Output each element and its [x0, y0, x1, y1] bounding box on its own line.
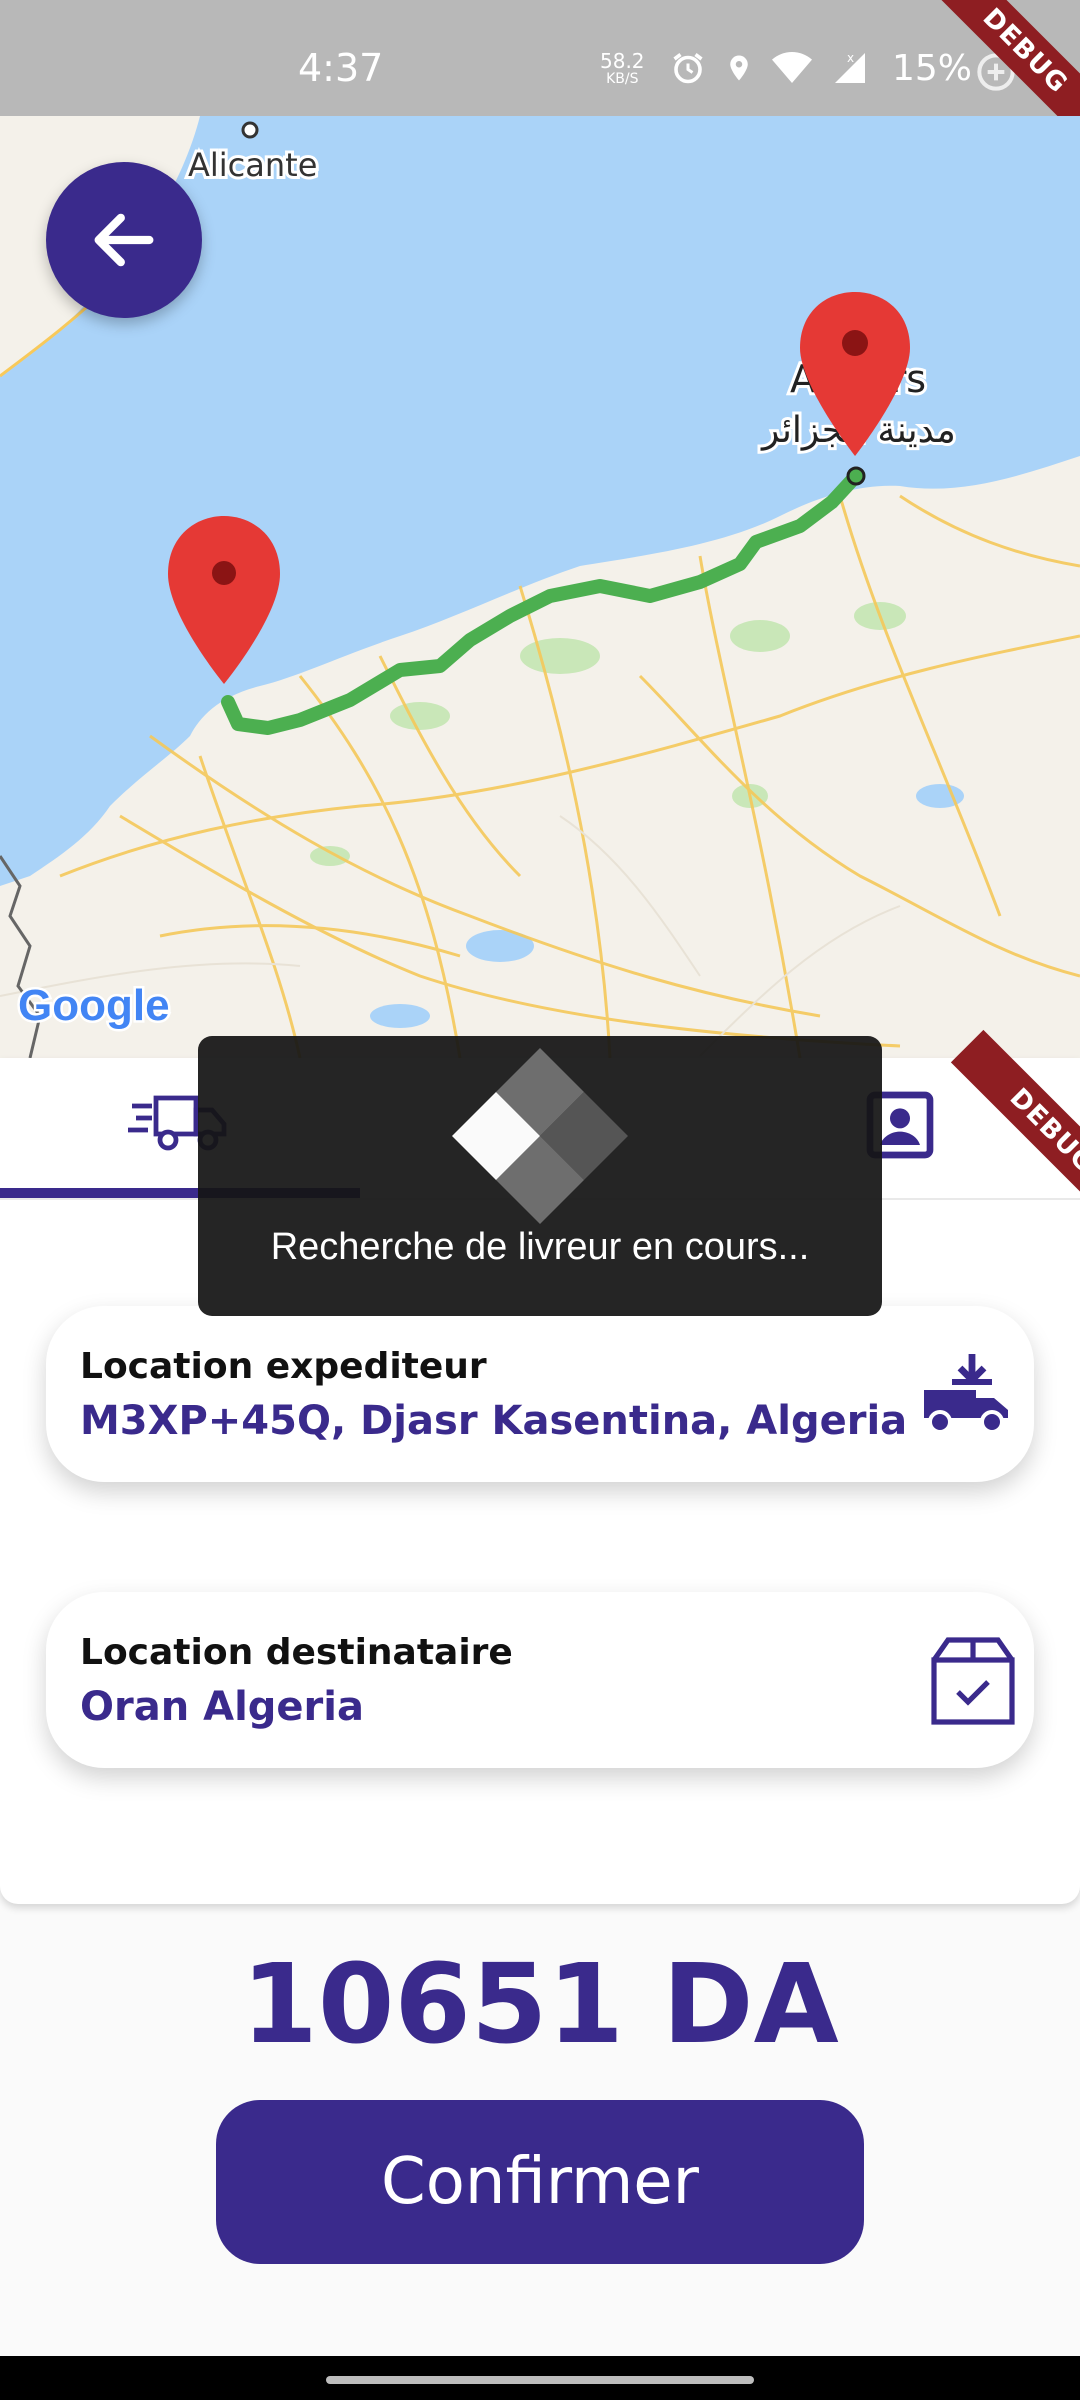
delivery-price: 10651 DA: [241, 1940, 839, 2068]
recipient-location-label: Location destinataire: [80, 1632, 513, 1673]
route-map[interactable]: Alicante Algrs مدينة الجزائر Google: [0, 116, 1080, 1058]
back-button[interactable]: [46, 162, 202, 318]
status-bar: 4:37 58.2 KB/S x 15% DEBUG: [0, 0, 1080, 153]
wifi-icon: [772, 52, 812, 83]
svg-text:x: x: [847, 51, 854, 65]
status-icons: x: [670, 50, 870, 86]
sender-location-card[interactable]: Location expediteur M3XP+45Q, Djasr Kase…: [46, 1306, 1034, 1482]
sender-location-value: M3XP+45Q, Djasr Kasentina, Algeria: [80, 1398, 908, 1444]
arrow-left-icon: [94, 213, 154, 267]
loading-spinner-icon: [452, 1048, 628, 1224]
alarm-icon: [673, 53, 703, 84]
searching-courier-message: Recherche de livreur en cours...: [270, 1226, 810, 1268]
network-speed-unit: KB/S: [606, 71, 639, 87]
truck-download-icon: [916, 1350, 1016, 1438]
sender-location-label: Location expediteur: [80, 1346, 487, 1387]
recipient-location-value: Oran Algeria: [80, 1684, 364, 1730]
searching-courier-dialog: Recherche de livreur en cours...: [198, 1036, 882, 1316]
location-icon: [730, 55, 748, 81]
home-gesture-handle[interactable]: [326, 2376, 754, 2384]
status-time: 4:37: [298, 46, 384, 90]
recipient-location-card[interactable]: Location destinataire Oran Algeria: [46, 1592, 1034, 1768]
google-logo: Google: [18, 981, 170, 1030]
box-check-icon: [930, 1636, 1016, 1730]
confirm-button[interactable]: Confirmer: [216, 2100, 864, 2264]
battery-level: 15%: [892, 48, 973, 89]
signal-icon: x: [835, 51, 865, 83]
map-label-alicante: Alicante: [188, 146, 317, 184]
system-nav-bar: [0, 2356, 1080, 2400]
network-speed: 58.2 KB/S: [600, 51, 645, 88]
